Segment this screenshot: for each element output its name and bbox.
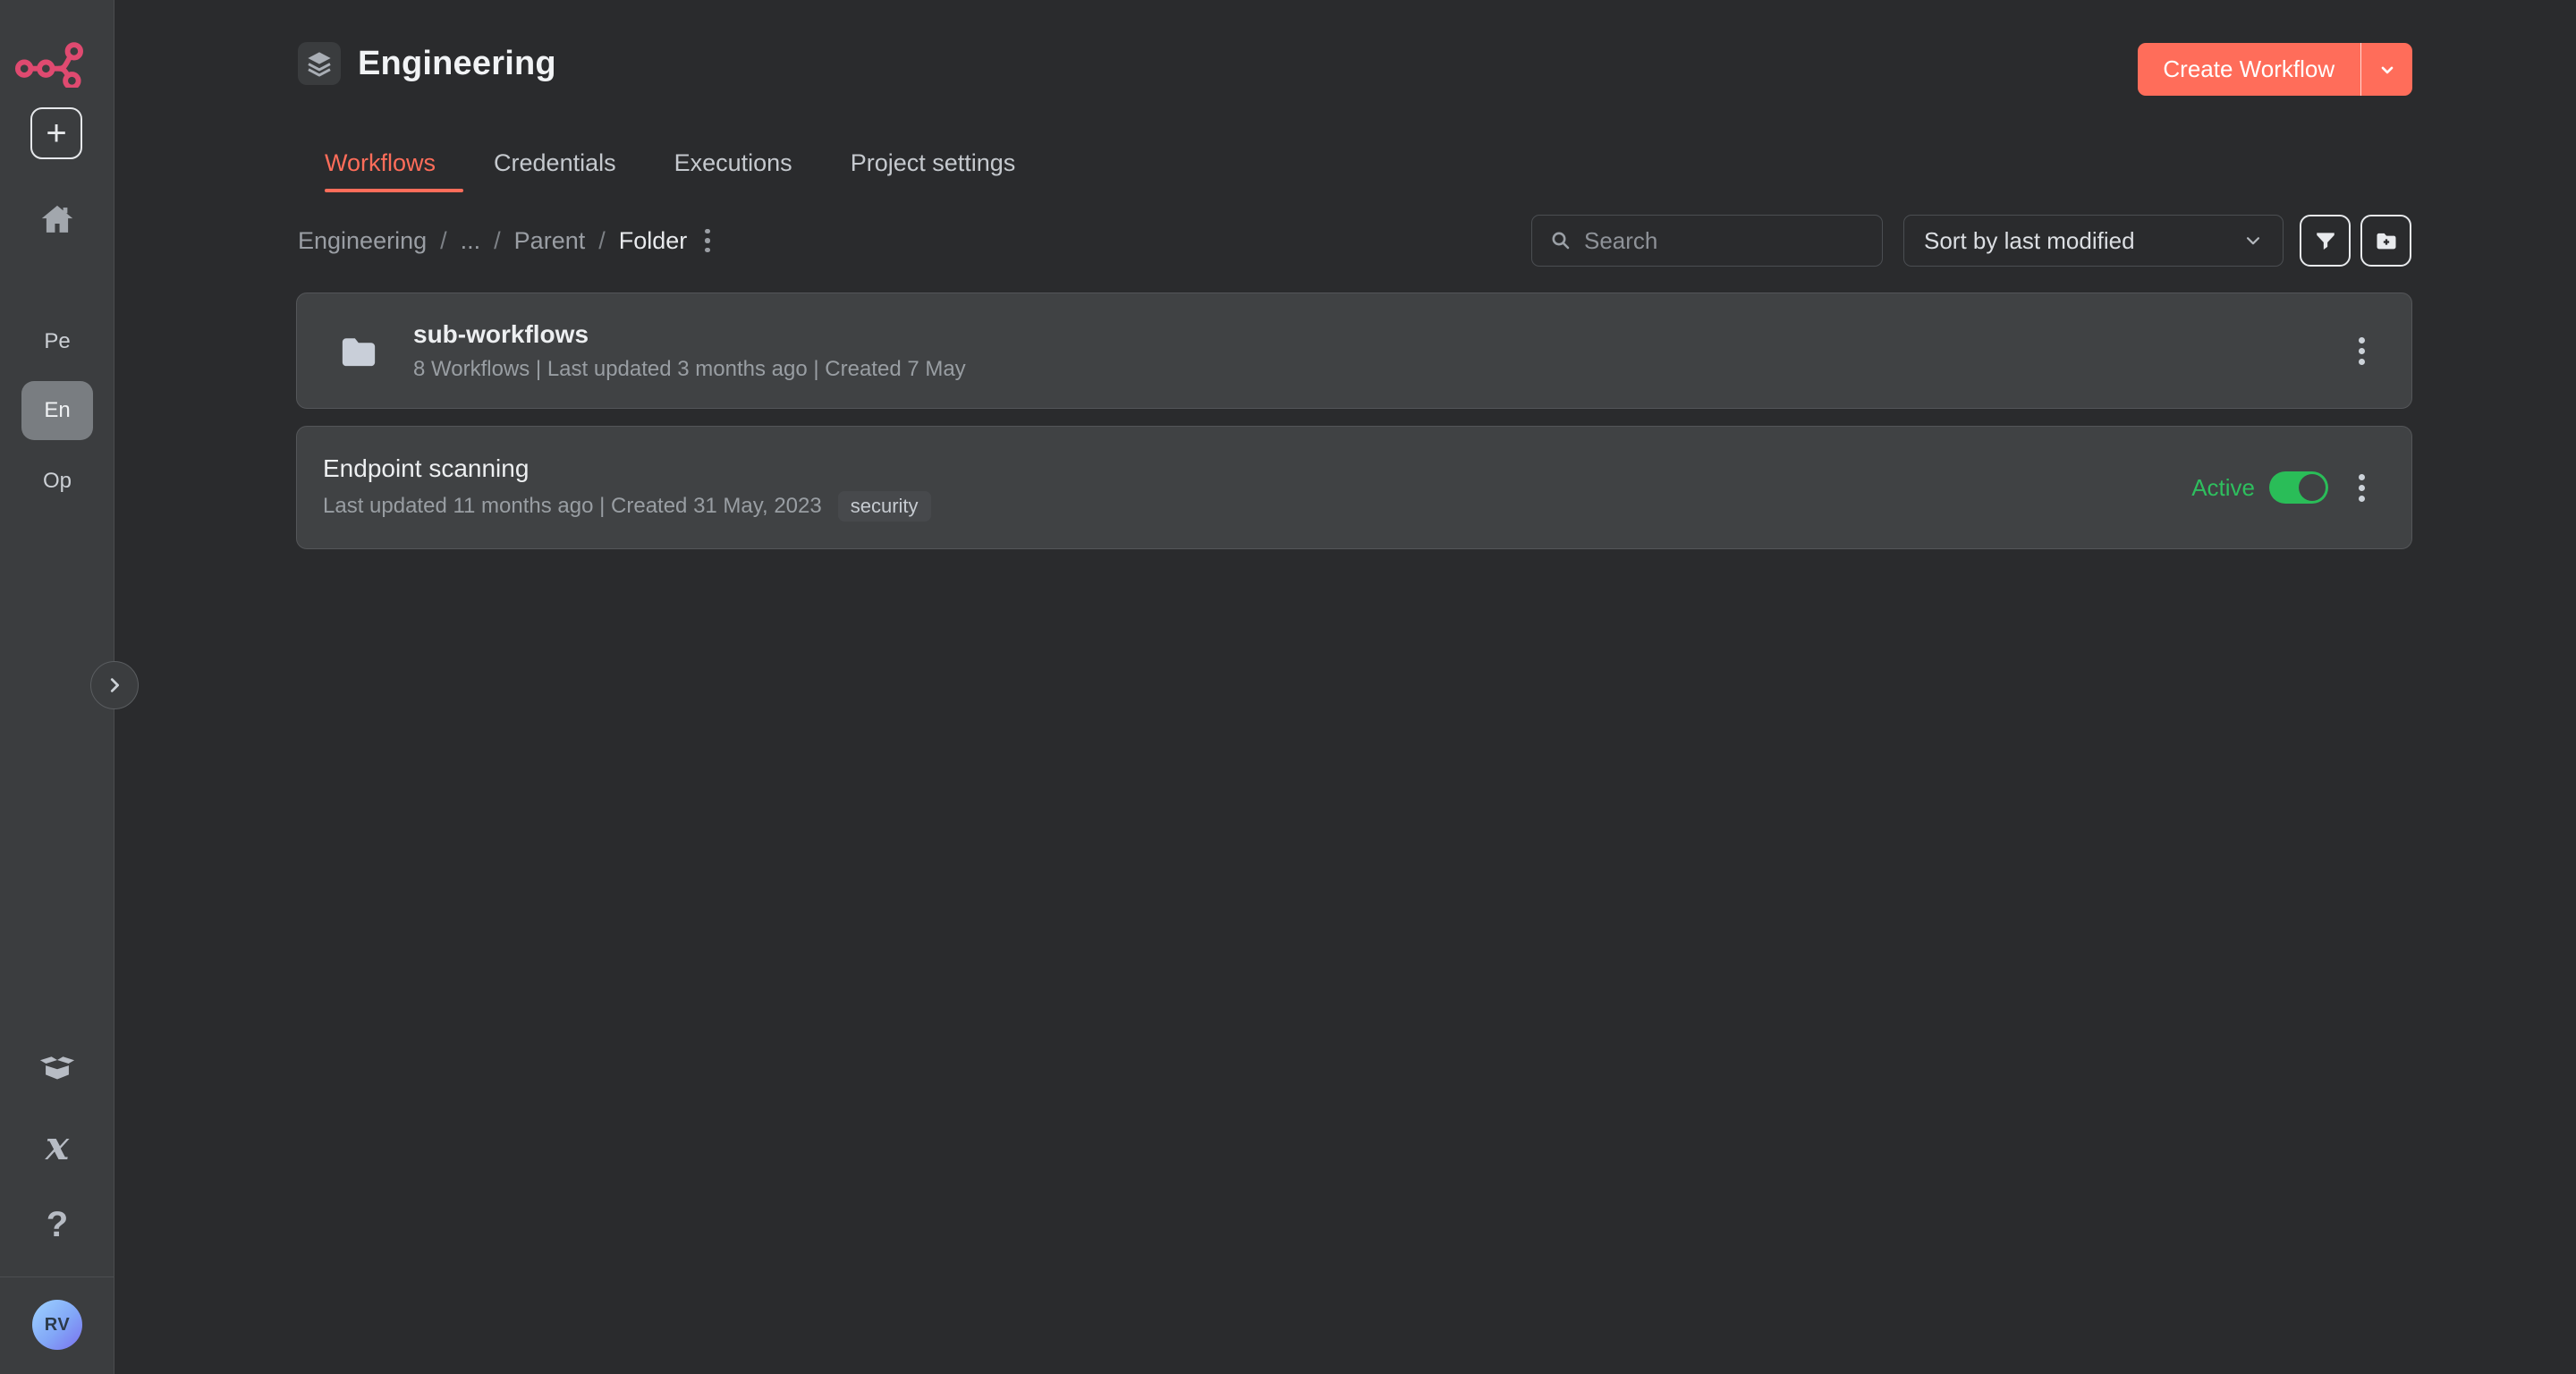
folder-card[interactable]: sub-workflows 8 Workflows | Last updated… xyxy=(296,293,2412,409)
variables-icon[interactable]: x xyxy=(0,1124,114,1170)
breadcrumb-item-parent[interactable]: Parent xyxy=(514,227,586,255)
folder-icon xyxy=(338,332,379,369)
breadcrumb-separator: / xyxy=(598,227,606,255)
workflow-active-toggle[interactable] xyxy=(2269,471,2328,504)
sort-dropdown[interactable]: Sort by last modified xyxy=(1903,215,2284,267)
sidebar-project-en-active[interactable]: En xyxy=(21,381,93,440)
breadcrumb: Engineering / ... / Parent / Folder xyxy=(298,215,716,267)
search-icon xyxy=(1550,230,1572,251)
page-title: Engineering xyxy=(358,41,556,86)
search-field xyxy=(1531,215,1883,267)
breadcrumb-actions-kebab-icon[interactable] xyxy=(699,224,716,259)
create-workflow-split-button: Create Workflow xyxy=(2138,43,2412,96)
workflow-card[interactable]: Endpoint scanning Last updated 11 months… xyxy=(296,426,2412,549)
folder-card-kebab-icon[interactable] xyxy=(2353,332,2370,370)
tab-executions[interactable]: Executions xyxy=(674,149,792,192)
add-button[interactable]: + xyxy=(30,107,82,159)
home-icon[interactable] xyxy=(38,200,77,240)
tab-workflows[interactable]: Workflows xyxy=(325,149,436,192)
folder-card-meta: 8 Workflows | Last updated 3 months ago … xyxy=(413,357,966,382)
sidebar: + Pe En Op x ? RV xyxy=(0,0,114,1374)
n8n-logo-icon[interactable] xyxy=(13,34,97,88)
help-icon[interactable]: ? xyxy=(0,1204,114,1245)
chevron-down-icon xyxy=(2243,231,2263,250)
tab-bar: Workflows Credentials Executions Project… xyxy=(325,149,1015,192)
sort-dropdown-value: Sort by last modified xyxy=(1924,227,2243,255)
tab-credentials[interactable]: Credentials xyxy=(494,149,616,192)
sidebar-divider xyxy=(0,1276,114,1277)
new-folder-button[interactable] xyxy=(2360,215,2411,267)
folder-card-title[interactable]: sub-workflows xyxy=(413,320,2328,349)
breadcrumb-item-engineering[interactable]: Engineering xyxy=(298,227,427,255)
folder-plus-icon xyxy=(2374,228,2399,253)
templates-box-icon[interactable] xyxy=(0,1052,114,1089)
tab-project-settings[interactable]: Project settings xyxy=(851,149,1016,192)
toggle-knob xyxy=(2299,474,2326,501)
search-input[interactable] xyxy=(1584,227,1864,255)
app-window: + Pe En Op x ? RV xyxy=(0,0,2576,1374)
workflow-card-kebab-icon[interactable] xyxy=(2353,469,2370,507)
filter-button[interactable] xyxy=(2300,215,2351,267)
workflow-status-label: Active xyxy=(2191,474,2255,502)
project-layers-icon xyxy=(298,42,341,85)
workflow-card-meta: Last updated 11 months ago | Created 31 … xyxy=(323,494,822,519)
workflow-tag-security[interactable]: security xyxy=(838,491,931,522)
filter-funnel-icon xyxy=(2314,229,2337,252)
sidebar-project-op[interactable]: Op xyxy=(0,463,114,499)
create-workflow-button[interactable]: Create Workflow xyxy=(2138,43,2360,96)
breadcrumb-item-folder-current: Folder xyxy=(619,227,688,255)
sidebar-project-pe[interactable]: Pe xyxy=(0,324,114,360)
workflow-card-title[interactable]: Endpoint scanning xyxy=(323,454,2174,483)
user-avatar[interactable]: RV xyxy=(32,1300,82,1350)
breadcrumb-item-ellipsis[interactable]: ... xyxy=(461,227,481,255)
create-workflow-dropdown-button[interactable] xyxy=(2361,43,2412,96)
breadcrumb-separator: / xyxy=(494,227,501,255)
sidebar-expand-button[interactable] xyxy=(90,661,139,709)
breadcrumb-separator: / xyxy=(440,227,447,255)
